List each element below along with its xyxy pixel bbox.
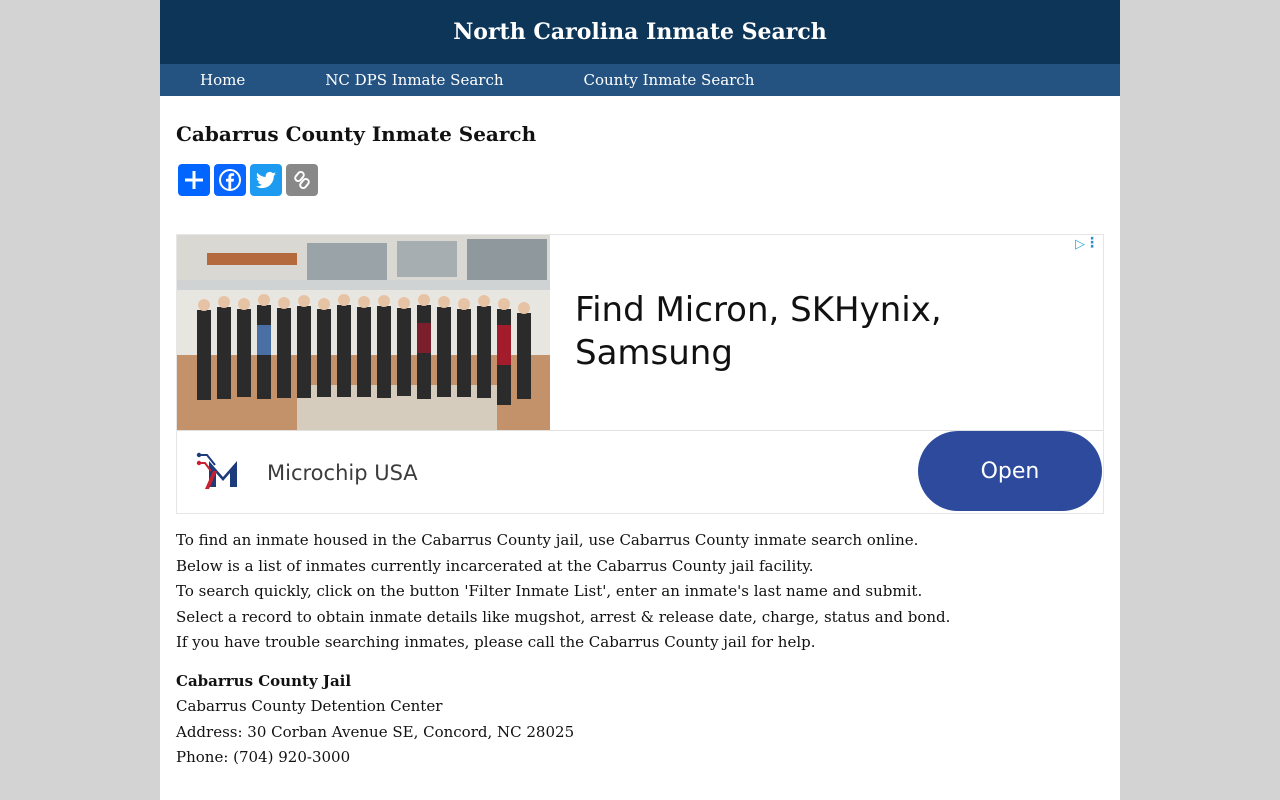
intro-line: To search quickly, click on the button '… xyxy=(176,582,923,600)
ad-team-photo[interactable] xyxy=(177,235,550,430)
ad-headline[interactable]: Find Micron, SKHynix, Samsung xyxy=(575,289,975,375)
twitter-icon xyxy=(255,171,276,189)
jail-address: Address: 30 Corban Avenue SE, Concord, N… xyxy=(176,722,575,741)
main-content: Cabarrus County Inmate Search Find Micro… xyxy=(160,96,1120,771)
intro-line: Below is a list of inmates currently inc… xyxy=(176,556,814,575)
copy-link-icon xyxy=(294,170,310,190)
jail-phone: Phone: (704) 920-3000 xyxy=(176,748,351,766)
ad-menu-icon[interactable]: ⋮ xyxy=(1085,235,1099,251)
share-facebook-button[interactable] xyxy=(214,164,246,196)
intro-line: Select a record to obtain inmate details… xyxy=(176,607,951,626)
jail-info: Cabarrus County Jail Cabarrus County Det… xyxy=(176,669,1104,771)
nav-home-link[interactable]: Home xyxy=(200,71,245,89)
facebook-icon xyxy=(219,169,241,191)
site-title[interactable]: North Carolina Inmate Search xyxy=(453,19,827,45)
jail-facility: Cabarrus County Detention Center xyxy=(176,697,443,715)
share-buttons xyxy=(178,164,1104,196)
ad-brand-name[interactable]: Microchip USA xyxy=(267,461,418,485)
share-add-button[interactable] xyxy=(178,164,210,196)
intro-line: To find an inmate housed in the Cabarrus… xyxy=(176,531,919,549)
intro-text: To find an inmate housed in the Cabarrus… xyxy=(176,528,1104,656)
plus-icon xyxy=(185,171,203,189)
page-container: North Carolina Inmate Search Home NC DPS… xyxy=(160,0,1120,800)
nav-dps-search-link[interactable]: NC DPS Inmate Search xyxy=(325,71,503,89)
page-title: Cabarrus County Inmate Search xyxy=(176,122,537,146)
ad-open-button[interactable]: Open xyxy=(918,431,1102,511)
share-twitter-button[interactable] xyxy=(250,164,282,196)
share-copy-link-button[interactable] xyxy=(286,164,318,196)
jail-name: Cabarrus County Jail xyxy=(176,671,352,690)
site-header: North Carolina Inmate Search xyxy=(160,0,1120,64)
main-nav: Home NC DPS Inmate Search County Inmate … xyxy=(160,64,1120,96)
microchip-logo-icon xyxy=(195,449,251,497)
adchoices-icon[interactable]: ▷ xyxy=(1075,237,1085,252)
intro-line: If you have trouble searching inmates, p… xyxy=(176,633,816,651)
nav-county-search-link[interactable]: County Inmate Search xyxy=(584,71,755,89)
advertisement[interactable]: Find Micron, SKHynix, Samsung ▷ ⋮ Microc… xyxy=(176,234,1104,514)
